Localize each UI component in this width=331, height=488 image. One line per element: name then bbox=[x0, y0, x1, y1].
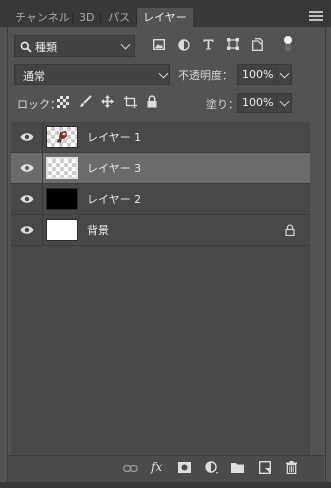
fill-field[interactable]: 100% bbox=[237, 93, 292, 113]
adjustment-filter-icon[interactable] bbox=[178, 39, 190, 51]
layer-name[interactable]: レイヤー 1 bbox=[87, 129, 141, 145]
tab-paths[interactable]: パス bbox=[108, 9, 130, 27]
lock-label: ロック： bbox=[17, 98, 61, 111]
lock-all-icon[interactable] bbox=[147, 95, 157, 108]
row-separator bbox=[42, 153, 43, 183]
row-separator bbox=[42, 215, 43, 245]
shape-filter-icon[interactable] bbox=[227, 38, 239, 50]
fill-label: 塗り： bbox=[206, 98, 239, 111]
tab-separator bbox=[100, 12, 101, 24]
eye-icon[interactable] bbox=[20, 225, 34, 235]
layer-row-selected[interactable]: レイヤー 3 bbox=[11, 153, 310, 183]
opacity-field[interactable]: 100% bbox=[237, 64, 292, 85]
panel-tab-bar: チャンネル 3D パス レイヤー bbox=[0, 0, 331, 27]
lock-position-move-icon[interactable] bbox=[101, 95, 114, 108]
chevron-down-icon[interactable] bbox=[279, 96, 290, 107]
layers-list: レイヤー 1 レイヤー 3 レイヤー 2 背景 bbox=[11, 122, 310, 455]
row-separator bbox=[42, 122, 43, 152]
mask-icon[interactable] bbox=[178, 462, 191, 473]
tab-separator bbox=[72, 12, 73, 24]
adjustment-icon[interactable] bbox=[205, 461, 219, 475]
type-filter-icon[interactable] bbox=[203, 39, 214, 50]
layer-row[interactable]: レイヤー 1 bbox=[11, 122, 310, 152]
layer-name[interactable]: レイヤー 2 bbox=[87, 191, 141, 207]
lock-artboard-icon[interactable] bbox=[124, 96, 137, 108]
blend-mode-select[interactable]: 通常 bbox=[14, 64, 170, 85]
layers-bottom-bar: fx bbox=[8, 455, 324, 483]
eye-icon[interactable] bbox=[20, 163, 34, 173]
blend-mode-value: 通常 bbox=[23, 70, 45, 83]
layer-name[interactable]: 背景 bbox=[87, 222, 109, 238]
lock-transparent-pixels-icon[interactable] bbox=[57, 96, 69, 108]
layer-thumbnail bbox=[46, 157, 78, 179]
layer-thumbnail bbox=[46, 219, 78, 241]
panel-frame-bottom bbox=[0, 482, 331, 488]
layer-row[interactable]: レイヤー 2 bbox=[11, 184, 310, 214]
trash-icon[interactable] bbox=[286, 461, 297, 474]
lock-image-pixels-brush-icon[interactable] bbox=[79, 95, 92, 108]
panel-menu-icon[interactable] bbox=[309, 11, 323, 21]
image-filter-icon[interactable] bbox=[153, 39, 165, 50]
filter-toggle-switch[interactable] bbox=[284, 36, 292, 52]
folder-icon[interactable] bbox=[231, 462, 244, 473]
smart-object-filter-icon[interactable] bbox=[252, 38, 263, 51]
layer-thumbnail bbox=[46, 188, 78, 210]
layer-row[interactable]: 背景 bbox=[11, 215, 310, 245]
fill-value: 100% bbox=[242, 96, 274, 109]
link-icon[interactable] bbox=[123, 464, 138, 473]
layer-name[interactable]: レイヤー 3 bbox=[87, 160, 141, 176]
row-divider bbox=[11, 245, 310, 246]
tab-channels[interactable]: チャンネル bbox=[15, 9, 70, 27]
filter-kind-select[interactable]: 種類 bbox=[14, 35, 135, 57]
eye-icon[interactable] bbox=[20, 194, 34, 204]
chevron-down-icon bbox=[120, 39, 131, 50]
sprite-thumbnail-icon bbox=[57, 131, 67, 143]
layer-thumbnail bbox=[46, 126, 78, 148]
new-layer-icon[interactable] bbox=[259, 461, 271, 474]
search-icon bbox=[20, 41, 32, 53]
eye-icon[interactable] bbox=[20, 132, 34, 142]
chevron-down-icon[interactable] bbox=[279, 68, 290, 79]
chevron-down-icon bbox=[158, 68, 169, 79]
row-separator bbox=[42, 184, 43, 214]
opacity-value: 100% bbox=[242, 68, 274, 81]
opacity-label: 不透明度： bbox=[178, 69, 233, 82]
filter-kind-label: 種類 bbox=[35, 41, 57, 54]
layer-lock-icon bbox=[285, 224, 295, 236]
tab-layers[interactable]: レイヤー bbox=[137, 8, 193, 27]
fx-icon[interactable]: fx bbox=[151, 460, 162, 474]
tab-3d[interactable]: 3D bbox=[79, 9, 94, 27]
